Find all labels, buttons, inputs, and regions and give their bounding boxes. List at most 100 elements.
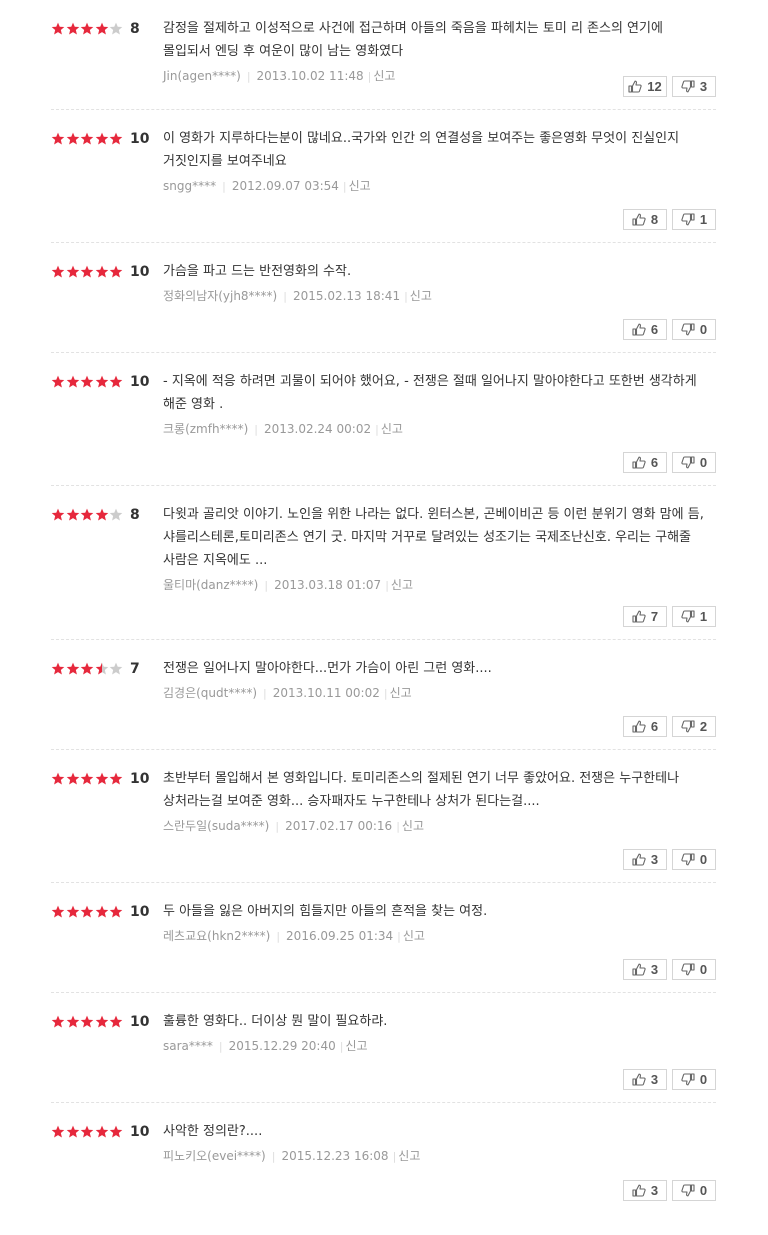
report-link[interactable]: 신고 <box>390 686 412 700</box>
review-date: 2013.03.18 01:07 <box>274 578 382 592</box>
thumbs-up-icon <box>632 610 646 623</box>
review-list: 8 감정을 절제하고 이성적으로 사건에 접근하며 아들의 죽음을 파헤치는 토… <box>0 0 768 1213</box>
like-count: 8 <box>650 212 659 227</box>
review-item: 7 전쟁은 일어나지 말아야한다...먼가 가슴이 아린 그런 영화.... 김… <box>51 640 716 750</box>
star-empty-icon <box>109 662 124 676</box>
review-score: 10 <box>51 1013 149 1031</box>
star-filled-icon <box>66 132 81 146</box>
report-link[interactable]: 신고 <box>373 69 395 83</box>
star-filled-icon <box>109 265 124 279</box>
divider: | <box>339 1040 344 1053</box>
review-date: 2013.10.02 11:48 <box>256 69 364 83</box>
thumbs-up-icon <box>632 720 646 733</box>
divider: | <box>385 579 389 592</box>
dislike-button[interactable]: 0 <box>672 452 716 473</box>
review-score: 10 <box>51 770 149 788</box>
dislike-button[interactable]: 1 <box>672 209 716 230</box>
dislike-button[interactable]: 2 <box>672 716 716 737</box>
review-item: 8 다윗과 골리앗 이야기. 노인을 위한 나라는 없다. 윈터스본, 곤베이비… <box>51 486 716 640</box>
star-filled-icon <box>80 905 95 919</box>
star-filled-icon <box>95 22 110 36</box>
star-rating <box>51 22 124 36</box>
review-author[interactable]: 피노키오(evei****) <box>163 1149 266 1163</box>
score-number: 10 <box>130 131 150 147</box>
like-button[interactable]: 6 <box>623 319 667 340</box>
review-author[interactable]: 김경은(qudt****) <box>163 686 257 700</box>
like-button[interactable]: 3 <box>623 849 667 870</box>
vote-buttons: 8 1 <box>623 209 716 230</box>
report-link[interactable]: 신고 <box>391 578 413 592</box>
like-count: 7 <box>650 609 659 624</box>
star-rating <box>51 1125 124 1139</box>
star-filled-icon <box>51 662 66 676</box>
thumbs-down-icon <box>681 853 695 866</box>
like-button[interactable]: 3 <box>623 959 667 980</box>
review-date: 2015.02.13 18:41 <box>292 289 401 303</box>
like-button[interactable]: 6 <box>623 452 667 473</box>
star-filled-icon <box>80 1125 95 1139</box>
review-author[interactable]: 크롱(zmfh****) <box>163 422 248 436</box>
thumbs-up-icon <box>628 80 642 93</box>
review-text: 다윗과 골리앗 이야기. 노인을 위한 나라는 없다. 윈터스본, 곤베이비곤 … <box>163 507 704 568</box>
dislike-button[interactable]: 0 <box>672 959 716 980</box>
report-link[interactable]: 신고 <box>410 289 432 303</box>
vote-buttons: 3 0 <box>623 1180 716 1201</box>
divider: | <box>404 290 408 303</box>
dislike-button[interactable]: 0 <box>672 849 716 870</box>
review-author[interactable]: sara**** <box>163 1039 213 1053</box>
review-meta: 김경은(qudt****) | 2013.10.11 00:02 | 신고 <box>163 685 708 702</box>
review-text: - 지옥에 적응 하려면 괴물이 되어야 했어요, - 전쟁은 절때 일어나지 … <box>163 374 697 412</box>
review-author[interactable]: 스란두일(suda****) <box>163 819 269 833</box>
dislike-button[interactable]: 0 <box>672 1180 716 1201</box>
like-button[interactable]: 3 <box>623 1069 667 1090</box>
like-count: 6 <box>650 455 659 470</box>
divider: | <box>254 423 258 436</box>
star-filled-icon <box>51 508 66 522</box>
report-link[interactable]: 신고 <box>398 1149 420 1163</box>
review-text: 전쟁은 일어나지 말아야한다...먼가 가슴이 아린 그런 영화.... <box>163 661 492 676</box>
star-filled-icon <box>80 22 95 36</box>
review-date: 2013.02.24 00:02 <box>263 422 372 436</box>
like-button[interactable]: 12 <box>623 76 667 97</box>
thumbs-down-icon <box>681 610 695 623</box>
star-filled-icon <box>51 22 66 36</box>
dislike-count: 0 <box>699 1072 708 1087</box>
like-button[interactable]: 7 <box>623 606 667 627</box>
thumbs-down-icon <box>681 323 695 336</box>
report-link[interactable]: 신고 <box>345 1039 367 1053</box>
review-author[interactable]: 레츠교요(hkn2****) <box>163 929 270 943</box>
thumbs-up-icon <box>632 323 646 336</box>
thumbs-up-icon <box>632 1073 646 1086</box>
star-filled-icon <box>109 375 124 389</box>
review-author[interactable]: 울티마(danz****) <box>163 578 258 592</box>
dislike-button[interactable]: 1 <box>672 606 716 627</box>
dislike-count: 1 <box>699 212 708 227</box>
review-item: 10 초반부터 몰입해서 본 영화입니다. 토미리존스의 절제된 연기 너무 좋… <box>51 750 716 883</box>
report-link[interactable]: 신고 <box>349 179 371 193</box>
thumbs-down-icon <box>681 80 695 93</box>
dislike-count: 0 <box>699 322 708 337</box>
like-button[interactable]: 3 <box>623 1180 667 1201</box>
dislike-button[interactable]: 0 <box>672 1069 716 1090</box>
review-score: 8 <box>51 506 140 524</box>
star-filled-icon <box>95 132 110 146</box>
star-filled-icon <box>51 265 66 279</box>
report-link[interactable]: 신고 <box>381 422 403 436</box>
review-author[interactable]: Jin(agen****) <box>163 69 241 83</box>
like-button[interactable]: 6 <box>623 716 667 737</box>
report-link[interactable]: 신고 <box>402 819 424 833</box>
dislike-count: 3 <box>699 79 708 94</box>
score-number: 8 <box>130 507 140 523</box>
review-meta: 스란두일(suda****) | 2017.02.17 00:16 | 신고 <box>163 818 708 835</box>
star-filled-icon <box>95 375 110 389</box>
score-number: 8 <box>130 21 140 37</box>
dislike-button[interactable]: 3 <box>672 76 716 97</box>
thumbs-up-icon <box>632 963 646 976</box>
star-filled-icon <box>66 508 81 522</box>
review-item: 10 가슴을 파고 드는 반전영화의 수작. 정화의남자(yjh8****) | 2… <box>51 243 716 353</box>
review-author[interactable]: sngg**** <box>163 179 216 193</box>
review-author[interactable]: 정화의남자(yjh8****) <box>163 289 277 303</box>
like-button[interactable]: 8 <box>623 209 667 230</box>
dislike-button[interactable]: 0 <box>672 319 716 340</box>
report-link[interactable]: 신고 <box>403 929 425 943</box>
